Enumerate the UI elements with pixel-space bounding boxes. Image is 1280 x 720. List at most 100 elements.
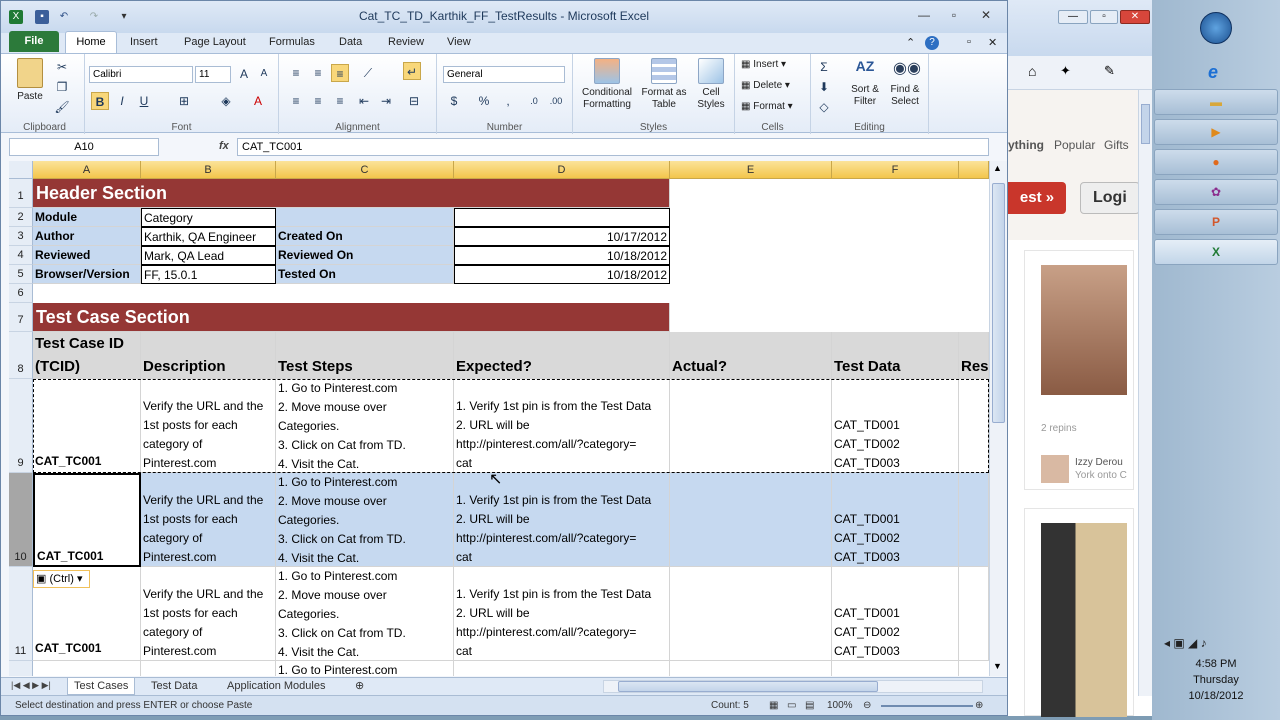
taskbar-app[interactable]: ✿	[1154, 179, 1278, 205]
fill-color-icon[interactable]: ◈	[217, 92, 235, 110]
horizontal-scrollbar[interactable]	[603, 680, 983, 693]
pinner-avatar[interactable]	[1041, 455, 1069, 483]
find-select-button[interactable]: ◉◉ Find & Select	[885, 58, 925, 108]
row-header-10[interactable]: 10	[9, 473, 33, 567]
row-header-7[interactable]: 7	[9, 303, 33, 332]
close-workbook-icon[interactable]: ✕	[988, 36, 997, 49]
home-icon[interactable]: ⌂	[1028, 63, 1036, 79]
header-test-data[interactable]: Test Data	[832, 332, 959, 379]
cell-f10[interactable]: CAT_TD001 CAT_TD002 CAT_TD003	[832, 473, 959, 567]
cell-b2[interactable]: Category	[141, 208, 276, 227]
cell-a5[interactable]: Browser/Version	[33, 265, 141, 284]
column-header-c[interactable]: C	[276, 161, 454, 179]
cell-g11[interactable]	[959, 567, 989, 661]
header-result[interactable]: Res	[959, 332, 989, 379]
clock-date[interactable]: 10/18/2012	[1152, 690, 1280, 702]
tray-icons[interactable]: ◂ ▣ ◢ ♪	[1164, 636, 1207, 650]
cell-d3[interactable]: 10/17/2012	[454, 227, 670, 246]
cell-c4[interactable]: Reviewed On	[276, 246, 454, 265]
taskbar-firefox[interactable]: ●	[1154, 149, 1278, 175]
clock-day[interactable]: Thursday	[1152, 674, 1280, 686]
select-all-corner[interactable]	[9, 161, 33, 179]
page-layout-view-icon[interactable]: ▭	[787, 696, 796, 716]
clock-time[interactable]: 4:58 PM	[1152, 658, 1280, 670]
fx-icon[interactable]: fx	[219, 140, 229, 152]
cell-e12[interactable]	[670, 661, 832, 676]
start-button[interactable]	[1200, 12, 1232, 44]
scroll-down-icon[interactable]: ▼	[993, 661, 1002, 671]
delete-cells-button[interactable]: ▦ Delete ▾	[741, 80, 790, 91]
taskbar-explorer[interactable]: ▬	[1154, 89, 1278, 115]
nav-everything[interactable]: ything	[1008, 138, 1044, 152]
row-header-1[interactable]: 1	[9, 179, 33, 208]
copy-icon[interactable]: ❐	[53, 78, 71, 96]
restore-workbook-icon[interactable]: ▫	[967, 36, 971, 48]
cell-d2[interactable]	[454, 208, 670, 227]
browser-minimize-button[interactable]: —	[1058, 10, 1088, 24]
cell-e11[interactable]	[670, 567, 832, 661]
pinner-board[interactable]: York onto C	[1075, 470, 1127, 481]
align-middle-icon[interactable]: ≡	[309, 64, 327, 82]
cut-icon[interactable]: ✂	[53, 58, 71, 76]
paste-options-button[interactable]: ▣ (Ctrl) ▾	[33, 570, 90, 588]
cell-styles-button[interactable]: Cell Styles	[689, 58, 733, 111]
insert-cells-button[interactable]: ▦ Insert ▾	[741, 59, 786, 70]
align-bottom-icon[interactable]: ≡	[331, 64, 349, 82]
percent-button[interactable]: %	[475, 92, 493, 110]
cell-f11[interactable]: CAT_TD001 CAT_TD002 CAT_TD003	[832, 567, 959, 661]
scroll-up-icon[interactable]: ▲	[993, 163, 1002, 173]
merge-center-icon[interactable]: ⊟	[405, 92, 423, 110]
row-header-8[interactable]: 8	[9, 332, 33, 379]
cell-b12[interactable]	[141, 661, 276, 676]
browser-maximize-button[interactable]: ▫	[1090, 10, 1118, 24]
pinner-name[interactable]: Izzy Derou	[1075, 457, 1123, 468]
taskbar-media-player[interactable]: ▶	[1154, 119, 1278, 145]
cell-d12[interactable]	[454, 661, 670, 676]
cell-f12[interactable]	[832, 661, 959, 676]
tab-review[interactable]: Review	[388, 36, 424, 48]
cell-e10[interactable]	[670, 473, 832, 567]
cell-a2[interactable]: Module	[33, 208, 141, 227]
tools-icon[interactable]: ✎	[1104, 63, 1115, 79]
clear-icon[interactable]: ◇	[815, 98, 833, 116]
horizontal-scroll-thumb[interactable]	[618, 681, 878, 692]
tab-insert[interactable]: Insert	[130, 36, 158, 48]
sheet-tab-test-cases[interactable]: Test Cases	[67, 678, 136, 695]
column-header-d[interactable]: D	[454, 161, 670, 179]
taskbar-excel[interactable]: X	[1154, 239, 1278, 265]
underline-button[interactable]: U	[135, 92, 153, 110]
nav-popular[interactable]: Popular	[1054, 138, 1095, 152]
close-button[interactable]: ✕	[973, 7, 999, 23]
collapse-ribbon-icon[interactable]: ⌃	[906, 36, 915, 49]
paste-button[interactable]: Paste	[13, 58, 47, 102]
row-header-6[interactable]: 6	[9, 284, 33, 303]
column-header-b[interactable]: B	[141, 161, 276, 179]
test-case-section-title[interactable]: Test Case Section	[33, 303, 670, 332]
shrink-font-icon[interactable]: A	[255, 65, 273, 83]
cell-c12[interactable]: 1. Go to Pinterest.com	[276, 661, 454, 676]
tab-page-layout[interactable]: Page Layout	[184, 36, 246, 48]
format-painter-icon[interactable]: 🖌	[53, 98, 71, 116]
header-test-steps[interactable]: Test Steps	[276, 332, 454, 379]
fill-icon[interactable]: ⬇	[815, 78, 833, 96]
tab-view[interactable]: View	[447, 36, 471, 48]
cell-d5[interactable]: 10/18/2012	[454, 265, 670, 284]
cell-a12[interactable]	[33, 661, 141, 676]
tab-formulas[interactable]: Formulas	[269, 36, 315, 48]
align-top-icon[interactable]: ≡	[287, 64, 305, 82]
header-tcid[interactable]: Test Case ID (TCID)	[33, 332, 141, 379]
page-break-view-icon[interactable]: ▤	[805, 696, 814, 716]
header-description[interactable]: Description	[141, 332, 276, 379]
cell-b3[interactable]: Karthik, QA Engineer	[141, 227, 276, 246]
pin-image-2[interactable]	[1041, 523, 1127, 717]
font-color-icon[interactable]: A	[249, 92, 267, 110]
request-button[interactable]: est »	[1008, 182, 1066, 214]
browser-scrollbar[interactable]	[1138, 90, 1152, 696]
wrap-text-icon[interactable]: ↵	[403, 62, 421, 80]
row-header-2[interactable]: 2	[9, 208, 33, 227]
maximize-button[interactable]: ▫	[941, 7, 967, 23]
spreadsheet-grid[interactable]: A B C D E F 1 2 3 4 5 6 7 8 9 10 11 Head…	[9, 161, 989, 676]
tab-data[interactable]: Data	[339, 36, 362, 48]
ie-icon[interactable]: e	[1208, 62, 1218, 83]
align-right-icon[interactable]: ≡	[331, 92, 349, 110]
